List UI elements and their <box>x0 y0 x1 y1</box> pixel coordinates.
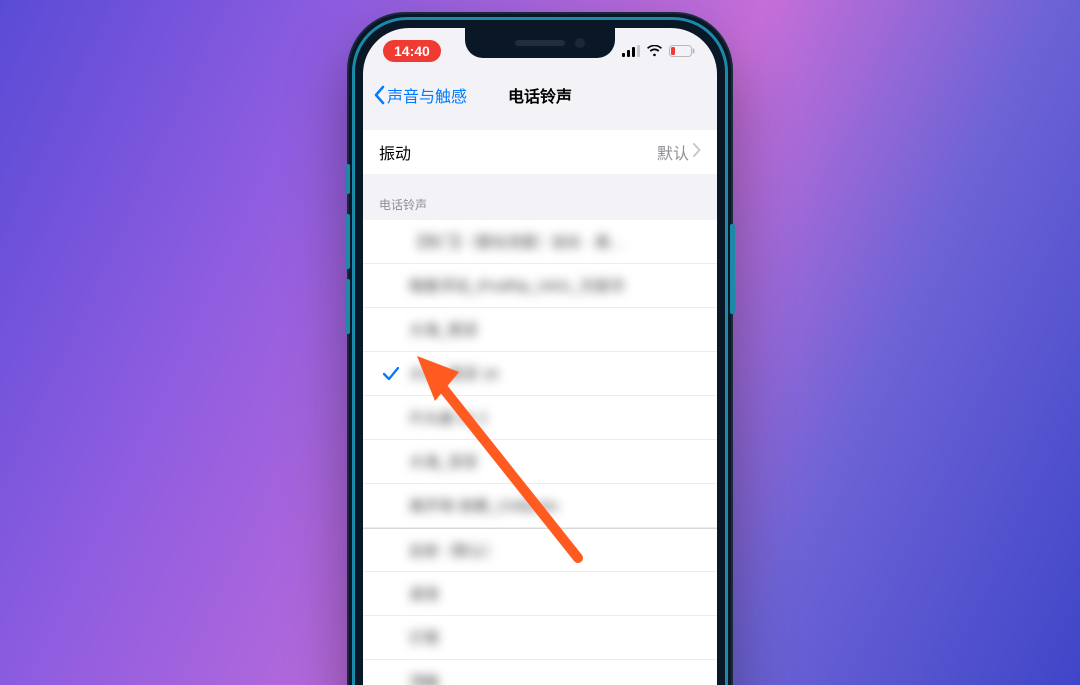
ringtone-label: 大海_深深 <box>409 451 701 472</box>
ringtone-label: 离开地·依赖_Chillyntin <box>409 495 701 516</box>
volume-up-button <box>345 214 350 269</box>
ringtone-row[interactable]: 反射（默认） <box>363 528 717 572</box>
ringtone-row[interactable]: 大海_周深 <box>363 308 717 352</box>
ringtone-label: 顶峰 <box>409 671 701 685</box>
content: 振动 默认 电话铃声 【热门】（爱似流星）加长 · 高… 暗香浮动_iPodRip… <box>363 116 717 685</box>
ringtone-label: 片头曲 32 2 <box>409 407 701 428</box>
ringtone-row[interactable]: 片头曲 32 2 <box>363 396 717 440</box>
volume-down-button <box>345 279 350 334</box>
vibration-label: 振动 <box>379 140 657 164</box>
ringtone-label: 大海_周深 <box>409 319 701 340</box>
ringtone-label: 【热门】（爱似流星）加长 · 高… <box>409 231 701 252</box>
ringtone-label: 波浪 <box>409 583 701 604</box>
phone-frame: 14:40 声音与 <box>347 12 733 685</box>
ringtone-label: 反射（默认） <box>409 540 701 561</box>
page-title: 电话铃声 <box>508 83 572 107</box>
wifi-icon <box>646 45 663 57</box>
ringtone-list: 【热门】（爱似流星）加长 · 高… 暗香浮动_iPodRip_0401_刘音华大海… <box>363 220 717 685</box>
ringtone-label: 大海_周深 16 <box>409 363 701 384</box>
back-label: 声音与触感 <box>387 83 467 107</box>
battery-low-icon <box>669 45 695 57</box>
ringtone-row[interactable]: 灯塔 <box>363 616 717 660</box>
notch <box>465 28 615 58</box>
status-time-pill: 14:40 <box>383 40 441 62</box>
vibration-row[interactable]: 振动 默认 <box>363 130 717 174</box>
screen: 14:40 声音与 <box>363 28 717 685</box>
mute-switch <box>346 164 350 194</box>
ringtone-row[interactable]: 【热门】（爱似流星）加长 · 高… <box>363 220 717 264</box>
ringtone-row[interactable]: 暗香浮动_iPodRip_0401_刘音华 <box>363 264 717 308</box>
vibration-group: 振动 默认 <box>363 130 717 174</box>
ringtone-row[interactable]: 大海_深深 <box>363 440 717 484</box>
ringtone-row[interactable]: 波浪 <box>363 572 717 616</box>
ringtone-label: 暗香浮动_iPodRip_0401_刘音华 <box>409 275 701 296</box>
ringtone-row[interactable]: 大海_周深 16 <box>363 352 717 396</box>
status-icons <box>622 45 695 57</box>
ringtones-section-header: 电话铃声 <box>363 174 717 220</box>
cellular-icon <box>622 45 640 57</box>
power-button <box>730 224 735 314</box>
chevron-right-icon <box>693 143 701 162</box>
vibration-value: 默认 <box>657 140 689 164</box>
checkmark-icon <box>379 367 403 381</box>
ringtone-row[interactable]: 离开地·依赖_Chillyntin <box>363 484 717 528</box>
ringtone-row[interactable]: 顶峰 <box>363 660 717 685</box>
ringtone-label: 灯塔 <box>409 627 701 648</box>
nav-bar: 声音与触感 电话铃声 <box>363 74 717 116</box>
chevron-left-icon <box>373 85 385 105</box>
back-button[interactable]: 声音与触感 <box>373 83 467 107</box>
